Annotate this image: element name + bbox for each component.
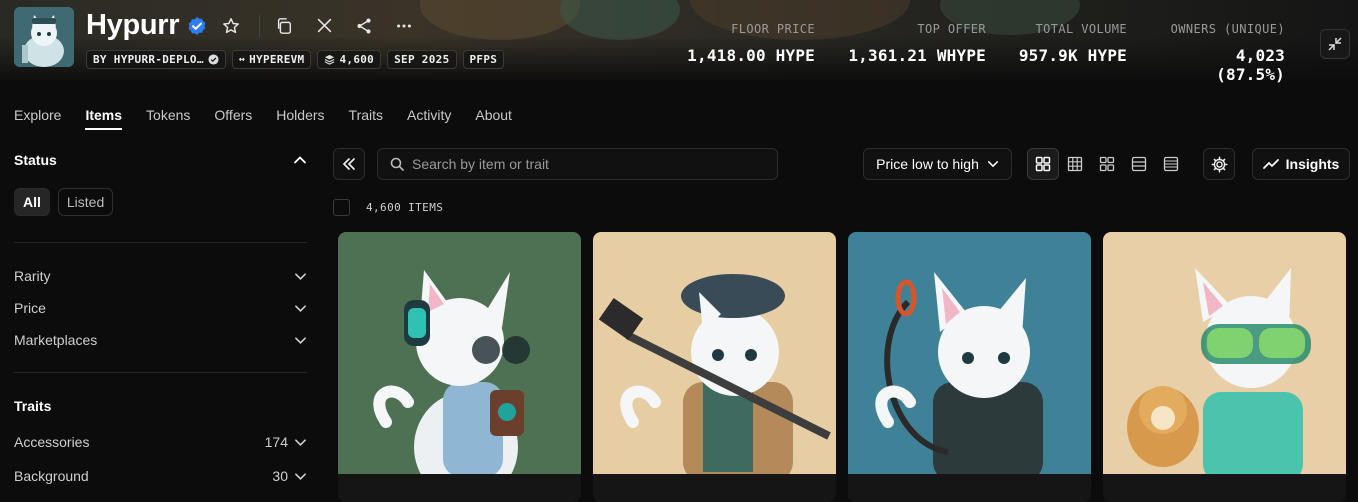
chevron-down-icon: [295, 472, 306, 480]
view-list-button[interactable]: [1123, 148, 1155, 180]
tab-items[interactable]: Items: [85, 107, 122, 130]
collection-chips: BY HYPURR-DEPLO… ↔ HYPEREVM 4,600 SEP 202…: [86, 50, 505, 69]
item-card[interactable]: [593, 232, 836, 502]
items-count: 4,600 ITEMS: [366, 201, 444, 214]
chevron-down-icon: [295, 438, 306, 446]
collapse-sidebar-button[interactable]: [333, 148, 365, 180]
star-icon[interactable]: [217, 12, 245, 40]
grid-mixed-icon: [1099, 156, 1115, 172]
trait-accessories[interactable]: Accessories 174: [14, 425, 307, 459]
verified-badge-icon: [188, 16, 206, 35]
share-icon[interactable]: [350, 12, 378, 40]
table-icon: [1163, 156, 1179, 172]
view-table-button[interactable]: [1155, 148, 1187, 180]
tab-activity[interactable]: Activity: [407, 107, 451, 129]
double-chevron-left-icon: [342, 158, 355, 170]
stat-owners: OWNERS (UNIQUE) 4,023 (87.5%): [1170, 22, 1285, 84]
items-grid: [338, 232, 1346, 502]
filter-marketplaces[interactable]: Marketplaces: [14, 324, 307, 356]
collection-title: Hypurr: [86, 9, 180, 41]
creator-chip[interactable]: BY HYPURR-DEPLO…: [86, 50, 226, 69]
item-image: [1103, 232, 1346, 474]
copy-icon[interactable]: [270, 12, 298, 40]
chevron-up-icon: [294, 156, 306, 164]
x-icon[interactable]: [310, 12, 338, 40]
tab-holders[interactable]: Holders: [276, 107, 324, 129]
tab-traits[interactable]: Traits: [349, 107, 383, 129]
trend-up-icon: [1262, 159, 1279, 169]
items-toolbar: Price low to high Insights: [333, 148, 1350, 180]
search-icon: [390, 157, 404, 171]
chain-icon: ↔: [238, 54, 246, 65]
chevron-down-icon: [295, 304, 306, 312]
item-image: [593, 232, 836, 474]
stack-icon: [325, 54, 335, 65]
minimize-icon: [1328, 37, 1342, 51]
category-chip[interactable]: PFPS: [462, 50, 505, 69]
filter-sidebar: Status All Listed Rarity Price Marketpla…: [14, 152, 307, 493]
search-input[interactable]: [412, 156, 752, 172]
trait-background[interactable]: Background 30: [14, 459, 307, 493]
view-grid-mixed-button[interactable]: [1091, 148, 1123, 180]
grid-large-icon: [1035, 156, 1051, 172]
settings-button[interactable]: [1203, 148, 1235, 180]
view-grid-large-button[interactable]: [1027, 148, 1059, 180]
stat-total-volume: TOTAL VOLUME 957.9K HYPE: [1018, 22, 1127, 65]
item-image: [338, 232, 581, 474]
item-card[interactable]: [848, 232, 1091, 502]
chevron-down-icon: [295, 336, 306, 344]
tab-explore[interactable]: Explore: [14, 107, 61, 129]
tab-tokens[interactable]: Tokens: [146, 107, 190, 129]
view-grid-small-button[interactable]: [1059, 148, 1091, 180]
verified-check-icon: [208, 54, 219, 65]
sort-dropdown[interactable]: Price low to high: [863, 148, 1012, 180]
status-listed-button[interactable]: Listed: [57, 188, 114, 216]
collapse-header-button[interactable]: [1320, 29, 1350, 59]
tab-offers[interactable]: Offers: [214, 107, 252, 129]
collection-tabs: Explore Items Tokens Offers Holders Trai…: [14, 107, 512, 130]
supply-chip: 4,600: [317, 50, 382, 69]
item-image: [848, 232, 1091, 474]
insights-button[interactable]: Insights: [1252, 148, 1350, 180]
grid-small-icon: [1067, 156, 1083, 172]
item-card[interactable]: [1103, 232, 1346, 502]
tab-about[interactable]: About: [475, 107, 512, 129]
select-all-checkbox[interactable]: [333, 199, 350, 216]
chain-chip[interactable]: ↔ HYPEREVM: [231, 50, 312, 69]
gear-icon: [1211, 156, 1227, 172]
chevron-down-icon: [295, 272, 306, 280]
list-icon: [1131, 156, 1147, 172]
search-box[interactable]: [377, 148, 778, 180]
more-icon[interactable]: [390, 12, 418, 40]
stat-top-offer: TOP OFFER 1,361.21 WHYPE: [848, 22, 986, 65]
item-card[interactable]: [338, 232, 581, 502]
collection-stats: FLOOR PRICE 1,418.00 HYPE TOP OFFER 1,36…: [686, 22, 1285, 84]
status-section-header[interactable]: Status: [14, 152, 307, 168]
view-mode-switcher: [1027, 148, 1187, 180]
date-chip: SEP 2025: [387, 50, 457, 69]
traits-section-header: Traits: [14, 398, 52, 414]
filter-rarity[interactable]: Rarity: [14, 260, 307, 292]
stat-floor-price: FLOOR PRICE 1,418.00 HYPE: [687, 22, 815, 65]
collection-avatar[interactable]: [14, 7, 74, 67]
filter-price[interactable]: Price: [14, 292, 307, 324]
status-all-button[interactable]: All: [14, 188, 50, 216]
chevron-down-icon: [987, 161, 998, 168]
